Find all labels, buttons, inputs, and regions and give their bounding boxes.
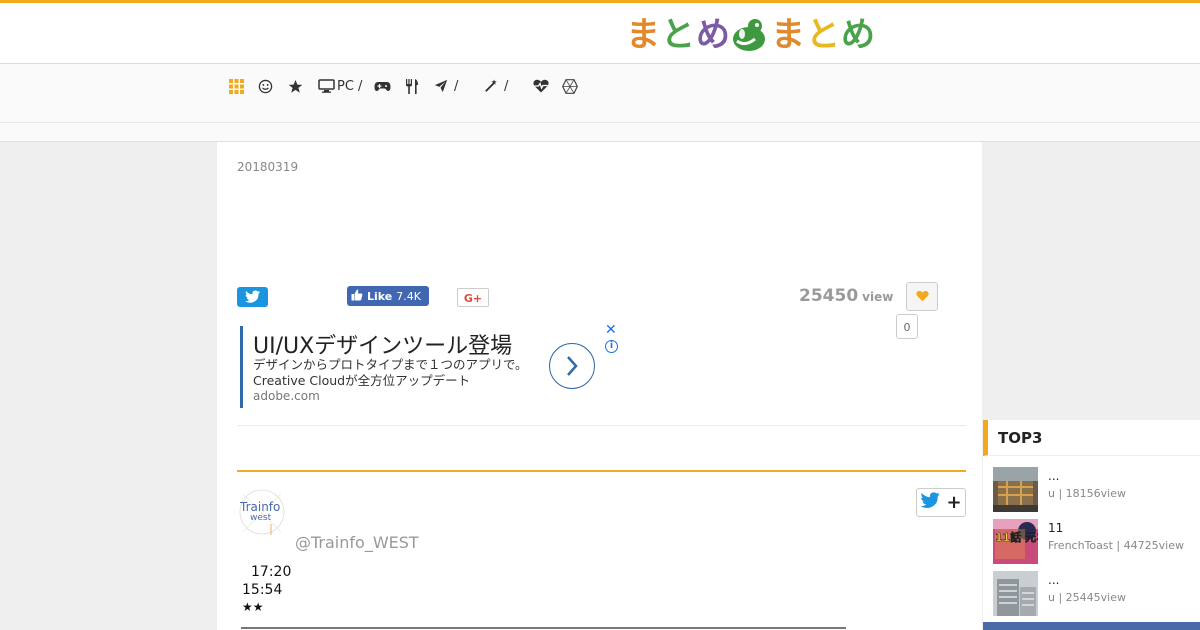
- ranking-title[interactable]: ...: [1048, 469, 1059, 483]
- view-unit: view: [862, 290, 894, 304]
- tweet-text-line: 17:20: [251, 564, 292, 580]
- twitter-share-button[interactable]: [237, 287, 268, 307]
- ranking-thumbnail[interactable]: [993, 571, 1038, 616]
- top3-widget: TOP3 ... u | 18156view 11話 元ネタ 11 Fr: [983, 420, 1200, 630]
- ranking-item[interactable]: ... u | 18156view: [993, 467, 1200, 513]
- star-icon: [288, 79, 303, 94]
- nav-item-tricks[interactable]: /: [484, 76, 508, 96]
- logo-char: と: [661, 15, 695, 55]
- tweet-handle[interactable]: @Trainfo_WEST: [295, 533, 419, 552]
- facebook-widget-edge: [983, 622, 1200, 630]
- tweet-text-line: 15:54: [242, 582, 283, 598]
- nav-item-label: PC /: [337, 78, 363, 94]
- nav-item-travel[interactable]: /: [434, 76, 458, 96]
- smiley-icon: [258, 79, 273, 94]
- ad-description: デザインからプロトタイプまで１つのアプリで。 Creative Cloudが全方…: [253, 357, 543, 389]
- category-nav: PC / / /: [0, 64, 1200, 123]
- airplane-icon: [434, 79, 448, 93]
- chevron-right-icon: [567, 356, 578, 376]
- google-plus-button[interactable]: G+: [457, 288, 489, 307]
- article-date: 20180319: [237, 160, 299, 174]
- ranking-thumbnail[interactable]: [993, 467, 1038, 512]
- thumbs-up-icon: [351, 289, 363, 304]
- sub-nav-bar: [0, 123, 1200, 142]
- view-counter: 25450 view: [799, 286, 893, 306]
- ad-close-button[interactable]: ✕: [605, 322, 617, 338]
- mascot-icon: [731, 17, 769, 53]
- favorite-count: 0: [896, 314, 918, 339]
- gamepad-icon: [374, 80, 391, 93]
- ad-title[interactable]: UI/UXデザインツール登場: [253, 328, 512, 360]
- facebook-like-count: 7.4K: [396, 289, 421, 303]
- twitter-bird-icon: [920, 492, 941, 513]
- top3-title: TOP3: [983, 420, 1200, 456]
- ranking-item[interactable]: ... u | 25445view: [993, 571, 1200, 617]
- hexagon-icon: [562, 78, 578, 94]
- grid-icon: [229, 78, 244, 94]
- fork-knife-icon: [405, 78, 419, 94]
- divider: [237, 425, 966, 426]
- favorite-button[interactable]: [906, 282, 938, 311]
- site-logo[interactable]: ま と め ま と め: [626, 15, 875, 55]
- ad-open-button[interactable]: [549, 343, 595, 389]
- logo-char: ま: [626, 15, 660, 55]
- nav-item-pc[interactable]: PC /: [318, 76, 362, 96]
- facebook-like-button[interactable]: Like 7.4K: [347, 286, 429, 306]
- facebook-like-label: Like: [367, 289, 393, 303]
- nav-item-entertainment[interactable]: [258, 76, 273, 96]
- tweet-divider: [241, 627, 846, 629]
- avatar-text: Trainfo: [239, 500, 280, 514]
- ad-info-icon[interactable]: i: [605, 340, 618, 353]
- nav-item-all[interactable]: [229, 76, 244, 96]
- ranking-item[interactable]: 11話 元ネタ 11 FrenchToast | 44725view: [993, 519, 1200, 565]
- heartbeat-icon: [533, 79, 549, 93]
- section-divider: [237, 470, 966, 472]
- nav-item-games[interactable]: [374, 76, 391, 96]
- avatar-text: west: [250, 513, 272, 523]
- nav-item-food[interactable]: [405, 76, 419, 96]
- view-count: 25450: [799, 286, 859, 306]
- site-header: ま と め ま と め: [0, 3, 1200, 64]
- ad-banner[interactable]: UI/UXデザインツール登場 デザインからプロトタイプまで１つのアプリで。 Cr…: [240, 322, 623, 408]
- ranking-meta: u | 25445view: [1048, 591, 1126, 604]
- logo-char: と: [806, 15, 840, 55]
- ranking-title[interactable]: ...: [1048, 573, 1059, 587]
- twitter-bird-icon: [245, 290, 260, 303]
- tweet-text-line: ★★: [242, 600, 264, 614]
- follow-plus: +: [946, 492, 962, 513]
- magic-wand-icon: [484, 79, 498, 93]
- logo-char: ま: [771, 15, 805, 55]
- monitor-icon: [318, 79, 335, 93]
- ranking-thumbnail[interactable]: 11話 元ネタ: [993, 519, 1058, 564]
- ranking-meta: u | 18156view: [1048, 487, 1126, 500]
- ad-desc-line: Creative Cloudが全方位アップデート: [253, 373, 471, 388]
- nav-item-label: /: [454, 78, 459, 94]
- nav-item-other[interactable]: [562, 76, 578, 96]
- nav-item-label: /: [504, 78, 509, 94]
- nav-item-health[interactable]: [533, 76, 549, 96]
- ranking-meta: FrenchToast | 44725view: [1048, 539, 1184, 552]
- logo-char: め: [841, 15, 875, 55]
- thumb-caption: 11話 元ネタ: [995, 530, 1038, 544]
- ad-url[interactable]: adobe.com: [253, 389, 320, 403]
- twitter-follow-button[interactable]: +: [916, 488, 966, 517]
- ranking-title[interactable]: 11: [1048, 521, 1063, 535]
- logo-char: め: [696, 15, 730, 55]
- tweet-avatar[interactable]: Trainfo west: [237, 488, 287, 536]
- nav-item-favorites[interactable]: [288, 76, 303, 96]
- ad-desc-line: デザインからプロトタイプまで１つのアプリで。: [253, 357, 528, 372]
- heart-icon: [915, 287, 929, 306]
